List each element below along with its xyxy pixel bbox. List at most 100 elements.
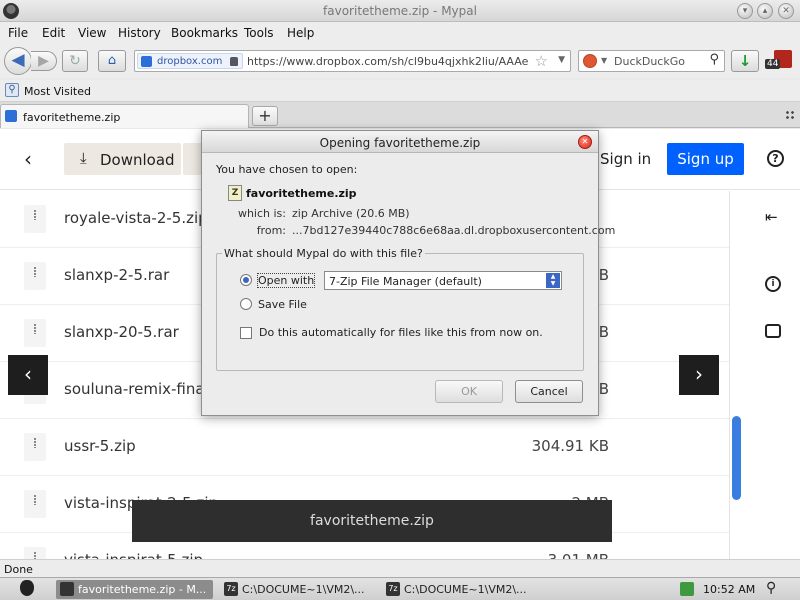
address-bar[interactable]: dropbox.com https://www.dropbox.com/sh/c… bbox=[134, 50, 571, 72]
file-name[interactable]: ussr-5.zip bbox=[64, 437, 136, 455]
dialog-close-button[interactable]: ✕ bbox=[578, 135, 592, 149]
tab-strip: favoritetheme.zip + bbox=[0, 102, 800, 128]
minimize-button[interactable]: ▾ bbox=[737, 3, 753, 19]
open-with-radio[interactable] bbox=[240, 274, 252, 286]
download-arrow-icon: ↓ bbox=[738, 52, 752, 70]
action-question: What should Mypal do with this file? bbox=[222, 247, 425, 260]
sign-in-link[interactable]: Sign in bbox=[600, 150, 651, 168]
menu-edit[interactable]: Edit bbox=[42, 26, 65, 40]
tab-favoritetheme[interactable]: favoritetheme.zip bbox=[0, 104, 249, 128]
file-name[interactable]: souluna-remix-final- bbox=[64, 380, 214, 398]
home-button[interactable]: ⌂ bbox=[98, 50, 126, 72]
new-tab-button[interactable]: + bbox=[252, 106, 278, 126]
menu-tools[interactable]: Tools bbox=[244, 26, 274, 40]
download-toast: favoritetheme.zip bbox=[132, 500, 612, 542]
dropbox-favicon-icon bbox=[141, 56, 152, 67]
scrollbar-thumb[interactable] bbox=[732, 416, 741, 500]
menu-bar: File Edit View History Bookmarks Tools H… bbox=[0, 22, 800, 44]
window-titlebar: favoritetheme.zip - Mypal ▾ ▴ ✕ bbox=[0, 0, 800, 22]
navigation-toolbar: ◀ ▶ ↻ ⌂ dropbox.com https://www.dropbox.… bbox=[0, 44, 800, 78]
taskbar-item-7zip[interactable]: 7z C:\DOCUME~1\VM2\... bbox=[382, 580, 542, 599]
search-bar[interactable]: ▼ DuckDuckGo ⚲ bbox=[578, 50, 725, 72]
duckduckgo-icon[interactable] bbox=[583, 54, 597, 68]
arrow-right-icon: ▶ bbox=[38, 53, 49, 69]
network-tray-icon[interactable] bbox=[680, 582, 694, 596]
dialog-filename: favoritetheme.zip bbox=[246, 187, 357, 200]
next-file-button[interactable]: › bbox=[679, 355, 719, 395]
status-text: Done bbox=[4, 563, 33, 576]
open-with-label[interactable]: Open with bbox=[256, 273, 316, 288]
save-file-radio[interactable] bbox=[240, 298, 252, 310]
tab-label: favoritetheme.zip bbox=[23, 111, 121, 124]
file-name[interactable]: slanxp-2-5.rar bbox=[64, 266, 169, 284]
reload-button[interactable]: ↻ bbox=[62, 50, 88, 72]
file-name[interactable]: vista-inspirat-5.zip bbox=[64, 551, 203, 559]
search-engine-dropdown-icon[interactable]: ▼ bbox=[601, 56, 607, 65]
collapse-panel-icon[interactable]: ⇤ bbox=[765, 208, 778, 226]
download-label: Download bbox=[100, 151, 175, 169]
apple-menu-icon[interactable] bbox=[20, 580, 34, 596]
file-size: B bbox=[598, 323, 609, 341]
addon-badge: 44 bbox=[765, 59, 781, 69]
ok-button[interactable]: OK bbox=[435, 380, 503, 403]
download-button[interactable]: ⤓ Download bbox=[64, 143, 181, 175]
save-file-label[interactable]: Save File bbox=[258, 298, 307, 311]
chevron-right-icon: › bbox=[695, 362, 703, 386]
back-button[interactable]: ◀ bbox=[4, 47, 32, 75]
site-identity-button[interactable]: dropbox.com bbox=[137, 53, 243, 69]
which-is-label: which is: bbox=[237, 207, 286, 220]
cancel-button[interactable]: Cancel bbox=[515, 380, 583, 403]
zip-file-icon bbox=[24, 205, 46, 233]
url-history-dropdown-icon[interactable]: ▼ bbox=[558, 55, 565, 65]
addon-button[interactable]: 44 bbox=[765, 50, 795, 76]
bookmark-most-visited[interactable]: Most Visited bbox=[24, 85, 91, 98]
taskbar-item-label: C:\DOCUME~1\VM2\... bbox=[242, 583, 365, 596]
zip-file-icon bbox=[24, 319, 46, 347]
zip-file-icon: Z bbox=[228, 185, 242, 201]
maximize-button[interactable]: ▴ bbox=[757, 3, 773, 19]
list-all-tabs-icon[interactable] bbox=[785, 110, 795, 120]
dialog-title: Opening favoritetheme.zip bbox=[319, 136, 481, 150]
file-name[interactable]: slanxp-20-5.rar bbox=[64, 323, 179, 341]
search-input[interactable]: DuckDuckGo bbox=[614, 55, 685, 68]
home-icon: ⌂ bbox=[107, 53, 117, 68]
close-window-button[interactable]: ✕ bbox=[778, 3, 794, 19]
previous-file-button[interactable]: ‹ bbox=[8, 355, 48, 395]
status-bar: Done bbox=[0, 559, 800, 577]
menu-bookmarks[interactable]: Bookmarks bbox=[171, 26, 238, 40]
auto-action-label[interactable]: Do this automatically for files like thi… bbox=[259, 326, 543, 339]
7zip-icon: 7z bbox=[386, 582, 400, 596]
file-name[interactable]: royale-vista-2-5.zip bbox=[64, 209, 208, 227]
lock-icon bbox=[230, 57, 238, 66]
info-icon[interactable]: i bbox=[765, 276, 781, 292]
comment-icon[interactable] bbox=[765, 324, 781, 338]
taskbar-item-label: favoritetheme.zip - M... bbox=[78, 583, 207, 596]
chevron-left-icon[interactable]: ‹ bbox=[24, 147, 32, 171]
file-row[interactable]: ussr-5.zip 304.91 KB bbox=[0, 419, 729, 476]
zip-file-icon bbox=[24, 433, 46, 461]
most-visited-icon: ⚲ bbox=[5, 83, 19, 97]
menu-history[interactable]: History bbox=[118, 26, 161, 40]
taskbar-item-7zip[interactable]: 7z C:\DOCUME~1\VM2\... bbox=[220, 580, 380, 599]
sign-up-button[interactable]: Sign up bbox=[667, 143, 744, 175]
auto-action-checkbox[interactable] bbox=[240, 327, 252, 339]
downloads-button[interactable]: ↓ bbox=[731, 50, 759, 72]
menu-help[interactable]: Help bbox=[287, 26, 314, 40]
menu-file[interactable]: File bbox=[8, 26, 28, 40]
open-with-app-value: 7-Zip File Manager (default) bbox=[329, 275, 482, 288]
open-with-app-select[interactable]: 7-Zip File Manager (default) ▲ ▼ bbox=[324, 271, 562, 290]
taskbar: favoritetheme.zip - M... 7z C:\DOCUME~1\… bbox=[0, 577, 800, 600]
clock[interactable]: 10:52 AM bbox=[703, 583, 755, 596]
forward-button[interactable]: ▶ bbox=[31, 51, 57, 71]
mypal-icon bbox=[60, 582, 74, 596]
download-icon: ⤓ bbox=[80, 149, 87, 167]
url-input[interactable]: https://www.dropbox.com/sh/cl9bu4qjxhk2l… bbox=[247, 55, 529, 68]
taskbar-item-mypal[interactable]: favoritetheme.zip - M... bbox=[56, 580, 213, 599]
file-type-value: zip Archive (20.6 MB) bbox=[292, 207, 410, 220]
menu-view[interactable]: View bbox=[78, 26, 106, 40]
search-icon[interactable]: ⚲ bbox=[709, 52, 719, 67]
search-icon[interactable]: ⚲ bbox=[766, 580, 776, 596]
dropbox-favicon-icon bbox=[5, 110, 17, 122]
bookmark-star-icon[interactable]: ☆ bbox=[535, 52, 548, 70]
help-icon[interactable]: ? bbox=[767, 150, 784, 167]
